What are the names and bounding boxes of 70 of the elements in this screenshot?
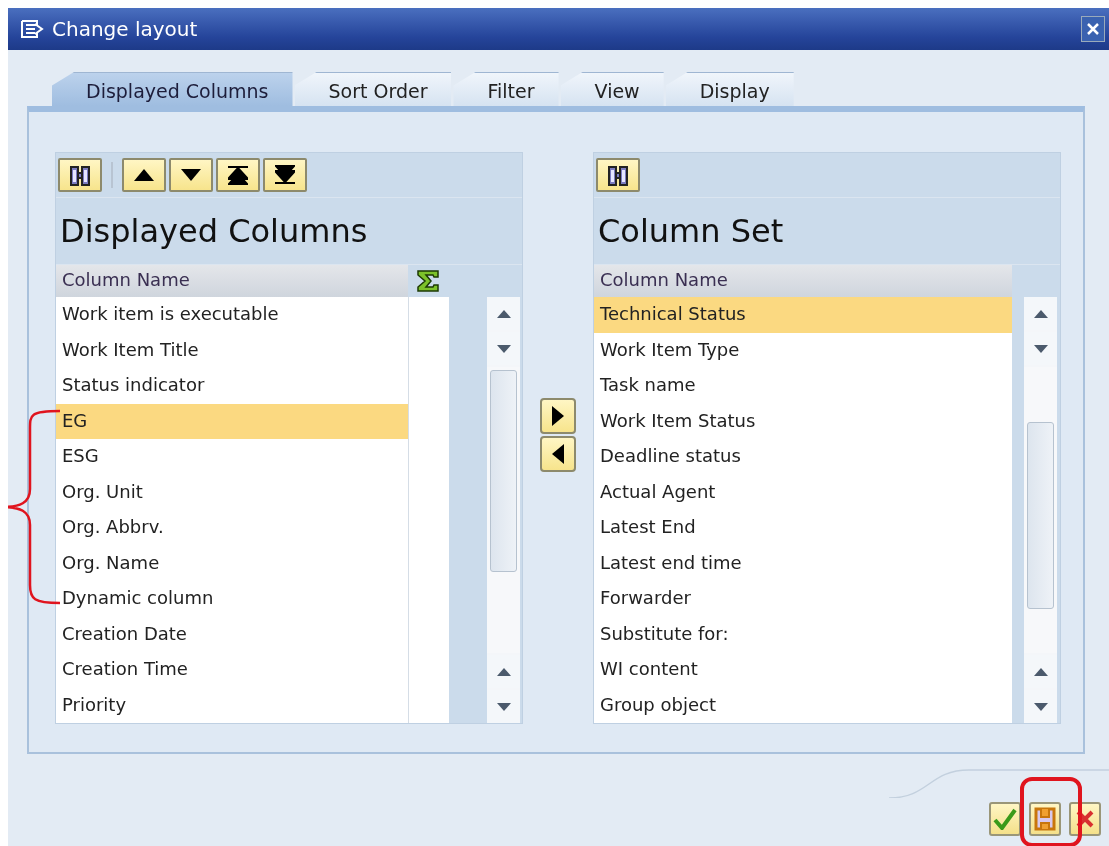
triangle-down-icon xyxy=(496,344,511,353)
list-row[interactable]: Work Item Type xyxy=(594,332,1012,368)
list-row[interactable]: Priority xyxy=(56,687,408,723)
list-row[interactable]: Creation Date xyxy=(56,616,408,652)
tab[interactable]: Filter xyxy=(453,72,559,106)
add-column-button[interactable] xyxy=(540,398,576,434)
column-header[interactable]: Column Name xyxy=(56,265,408,297)
list-row[interactable]: Work Item Status xyxy=(594,403,1012,439)
confirm-button[interactable] xyxy=(989,802,1021,836)
triangle-up-icon xyxy=(1033,667,1048,676)
triangle-down-icon xyxy=(1033,344,1048,353)
sigma-icon xyxy=(417,270,439,292)
find-button[interactable] xyxy=(58,158,102,192)
list-row[interactable]: Latest End xyxy=(594,510,1012,546)
column-header[interactable]: Column Name xyxy=(594,265,1012,297)
tab[interactable]: Displayed Columns xyxy=(52,72,293,106)
close-icon xyxy=(1086,22,1100,36)
move-up-button[interactable] xyxy=(122,158,166,192)
list-row[interactable]: Group object xyxy=(594,687,1012,723)
move-top-button[interactable] xyxy=(216,158,260,192)
list-row[interactable]: Deadline status xyxy=(594,439,1012,475)
scroll-thumb[interactable] xyxy=(490,370,517,572)
close-button[interactable] xyxy=(1081,16,1105,42)
list-row[interactable]: Status indicator xyxy=(56,368,408,404)
double-down-icon xyxy=(275,165,295,185)
move-down-button[interactable] xyxy=(169,158,213,192)
triangle-right-icon xyxy=(552,406,564,426)
window-title: Change layout xyxy=(52,17,199,41)
triangle-down-icon xyxy=(181,169,201,181)
list-row[interactable]: Org. Name xyxy=(56,545,408,581)
list-row[interactable]: Org. Unit xyxy=(56,474,408,510)
binoculars-icon xyxy=(69,163,91,187)
triangle-up-icon xyxy=(496,667,511,676)
tab[interactable]: Sort Order xyxy=(294,72,452,106)
list-row[interactable]: Work Item Title xyxy=(56,332,408,368)
scroll-thumb[interactable] xyxy=(1027,422,1054,609)
scrollbar[interactable] xyxy=(1024,297,1057,723)
list-row[interactable]: Work item is executable xyxy=(56,297,408,333)
tab[interactable]: Display xyxy=(665,72,794,106)
list-row[interactable]: Dynamic column xyxy=(56,581,408,617)
list-row[interactable]: Org. Abbrv. xyxy=(56,510,408,546)
save-button[interactable] xyxy=(1029,802,1061,836)
list-row[interactable]: Actual Agent xyxy=(594,474,1012,510)
triangle-left-icon xyxy=(552,444,564,464)
list-row[interactable]: EG xyxy=(56,403,408,439)
list-row[interactable]: ESG xyxy=(56,439,408,475)
highlight-annotation xyxy=(1020,777,1082,846)
find-button[interactable] xyxy=(596,158,640,192)
triangle-up-icon xyxy=(496,309,511,318)
layout-icon xyxy=(20,19,44,39)
binoculars-icon xyxy=(607,163,629,187)
triangle-up-icon xyxy=(134,169,154,181)
list-row[interactable]: Forwarder xyxy=(594,581,1012,617)
move-bottom-button[interactable] xyxy=(263,158,307,192)
triangle-up-icon xyxy=(1033,309,1048,318)
list-row[interactable]: Substitute for: xyxy=(594,616,1012,652)
double-up-icon xyxy=(228,165,248,185)
checkmark-icon xyxy=(993,808,1017,830)
cancel-icon xyxy=(1075,809,1095,829)
list-row[interactable]: Task name xyxy=(594,368,1012,404)
scrollbar[interactable] xyxy=(487,297,520,723)
save-icon xyxy=(1034,807,1056,831)
remove-column-button[interactable] xyxy=(540,436,576,472)
list-row[interactable]: Technical Status xyxy=(594,297,1012,333)
triangle-down-icon xyxy=(496,702,511,711)
triangle-down-icon xyxy=(1033,702,1048,711)
list-row[interactable]: WI content xyxy=(594,652,1012,688)
tab[interactable]: View xyxy=(560,72,664,106)
list-row[interactable]: Creation Time xyxy=(56,652,408,688)
list-row[interactable]: Latest end time xyxy=(594,545,1012,581)
